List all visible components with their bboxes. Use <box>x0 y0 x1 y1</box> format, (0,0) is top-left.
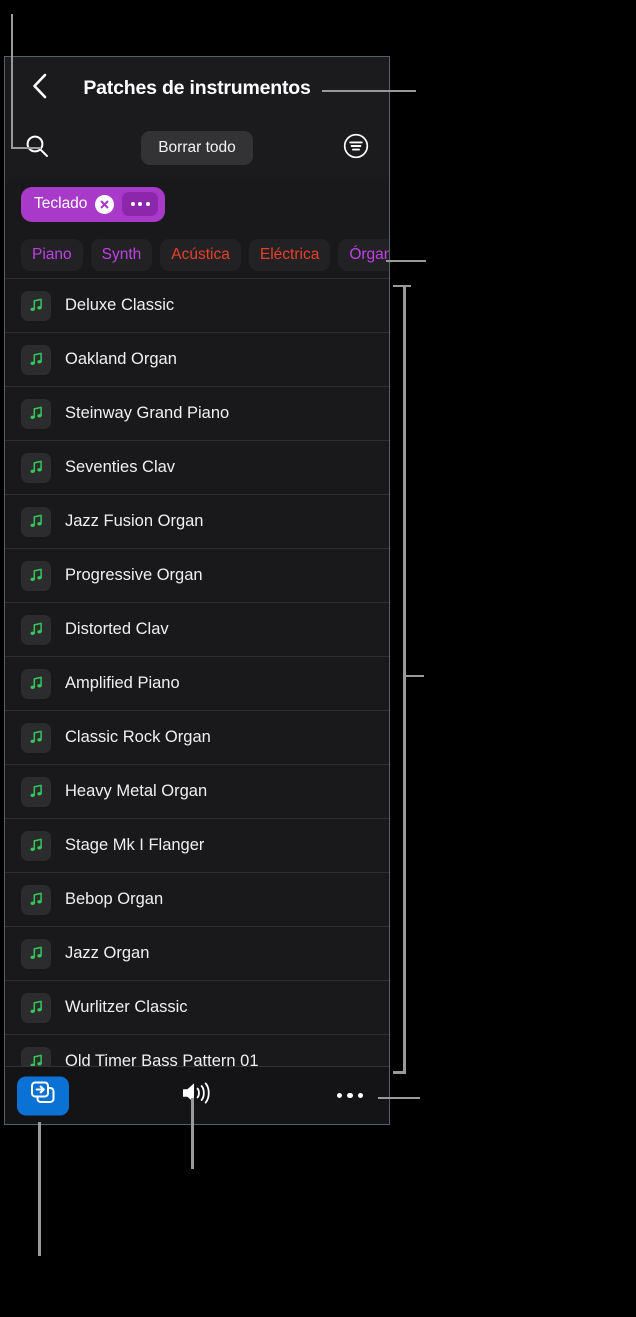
chip-synth[interactable]: Synth <box>90 238 153 271</box>
music-note-icon <box>21 722 51 753</box>
patch-name: Distorted Clav <box>65 620 169 638</box>
patch-name: Progressive Organ <box>65 566 203 584</box>
patch-list-item[interactable]: Oakland Organ <box>5 333 389 387</box>
callout-line-search-vert <box>11 14 13 149</box>
patch-name: Bebop Organ <box>65 890 164 908</box>
callout-line-speaker <box>191 1098 194 1169</box>
ellipsis-dot <box>145 202 150 206</box>
token-more-button[interactable] <box>122 192 159 216</box>
callout-bracket-top <box>393 285 411 287</box>
patch-name: Amplified Piano <box>65 674 180 692</box>
music-note-icon <box>21 830 51 861</box>
patch-list-item[interactable]: Heavy Metal Organ <box>5 765 389 819</box>
music-note-icon <box>21 776 51 807</box>
patch-list-item[interactable]: Steinway Grand Piano <box>5 387 389 441</box>
chip-label: Piano <box>32 245 72 263</box>
patch-list[interactable]: Deluxe Classic Oakland Organ Steinway Gran… <box>5 279 389 1066</box>
patch-name: Classic Rock Organ <box>65 728 211 746</box>
music-note-icon <box>21 344 51 375</box>
patch-list-item[interactable]: Jazz Organ <box>5 927 389 981</box>
patch-name: Seventies Clav <box>65 458 176 476</box>
ellipsis-dot <box>130 202 135 206</box>
token-label: Teclado <box>34 195 88 212</box>
music-note-icon <box>21 614 51 645</box>
patch-name: Heavy Metal Organ <box>65 782 208 800</box>
music-note-icon <box>21 1046 51 1066</box>
patch-list-item[interactable]: Classic Rock Organ <box>5 711 389 765</box>
callout-line-title <box>322 90 416 92</box>
panel-titlebar: Patches de instrumentos <box>5 57 389 119</box>
patch-name: Jazz Fusion Organ <box>65 512 204 530</box>
chip-organo[interactable]: Órgano <box>338 238 389 271</box>
category-chips-row: Piano Synth Acústica Eléctrica Órgano <box>5 231 389 279</box>
music-note-icon <box>21 398 51 429</box>
patch-name: Oakland Organ <box>65 350 177 368</box>
patch-list-item[interactable]: Stage Mk I Flanger <box>5 819 389 873</box>
patch-list-item[interactable]: Jazz Fusion Organ <box>5 495 389 549</box>
music-note-icon <box>21 560 51 591</box>
patch-list-item[interactable]: Distorted Clav <box>5 603 389 657</box>
chip-label: Acústica <box>171 245 230 263</box>
chip-label: Synth <box>101 245 142 263</box>
music-note-icon <box>21 290 51 321</box>
chip-label: Eléctrica <box>259 245 320 263</box>
audio-preview-button[interactable] <box>174 1077 220 1115</box>
page-title: Patches de instrumentos <box>83 76 311 99</box>
search-toolbar: Borrar todo <box>5 119 389 177</box>
patch-list-item[interactable]: Wurlitzer Classic <box>5 981 389 1035</box>
ellipsis-dot <box>138 202 143 206</box>
patch-list-item[interactable]: Progressive Organ <box>5 549 389 603</box>
music-note-icon <box>21 884 51 915</box>
filter-sort-icon <box>342 132 370 165</box>
patch-name: Steinway Grand Piano <box>65 404 230 422</box>
patch-name: Wurlitzer Classic <box>65 998 188 1016</box>
music-note-icon <box>21 992 51 1023</box>
patch-list-item[interactable]: Seventies Clav <box>5 441 389 495</box>
callout-bracket-vert <box>403 285 406 1073</box>
callout-line-overflow <box>378 1097 420 1099</box>
ellipsis-dot <box>357 1092 364 1099</box>
patch-name: Deluxe Classic <box>65 296 175 314</box>
close-circle-icon[interactable] <box>95 194 115 214</box>
speaker-wave-icon <box>179 1079 215 1112</box>
music-note-icon <box>21 452 51 483</box>
back-button[interactable] <box>22 71 56 105</box>
chip-label: Órgano <box>349 245 389 263</box>
selected-filters-row: Teclado <box>5 177 389 231</box>
filter-sort-button[interactable] <box>339 131 373 165</box>
callout-line-chips <box>386 260 426 262</box>
patch-list-item[interactable]: Deluxe Classic <box>5 279 389 333</box>
patch-list-item[interactable]: Amplified Piano <box>5 657 389 711</box>
patch-list-item[interactable]: Old Timer Bass Pattern 01 <box>5 1035 389 1066</box>
callout-line-import <box>38 1122 41 1256</box>
ellipsis-dot <box>336 1092 343 1099</box>
chip-electrica[interactable]: Eléctrica <box>248 238 331 271</box>
patch-name: Jazz Organ <box>65 944 150 962</box>
import-to-track-button[interactable] <box>17 1076 69 1115</box>
chevron-left-icon <box>31 72 48 105</box>
patch-name: Old Timer Bass Pattern 01 <box>65 1052 259 1066</box>
chip-piano[interactable]: Piano <box>21 238 83 271</box>
ellipsis-dot <box>347 1092 353 1099</box>
bottom-toolbar <box>5 1066 389 1124</box>
patch-name: Stage Mk I Flanger <box>65 836 205 854</box>
clear-all-button[interactable]: Borrar todo <box>141 131 253 165</box>
music-note-icon <box>21 938 51 969</box>
chip-acustica[interactable]: Acústica <box>160 238 241 271</box>
overflow-menu-button[interactable] <box>331 1081 369 1111</box>
import-to-track-icon <box>29 1081 57 1111</box>
callout-line-search-horz <box>11 147 41 149</box>
selected-token-teclado[interactable]: Teclado <box>21 186 166 222</box>
instrument-patches-panel: Patches de instrumentos Borrar todo Tecl… <box>4 56 390 1125</box>
patch-list-item[interactable]: Bebop Organ <box>5 873 389 927</box>
music-note-icon <box>21 668 51 699</box>
callout-bracket-bottom <box>393 1071 406 1074</box>
callout-bracket-tick <box>406 675 424 677</box>
music-note-icon <box>21 506 51 537</box>
